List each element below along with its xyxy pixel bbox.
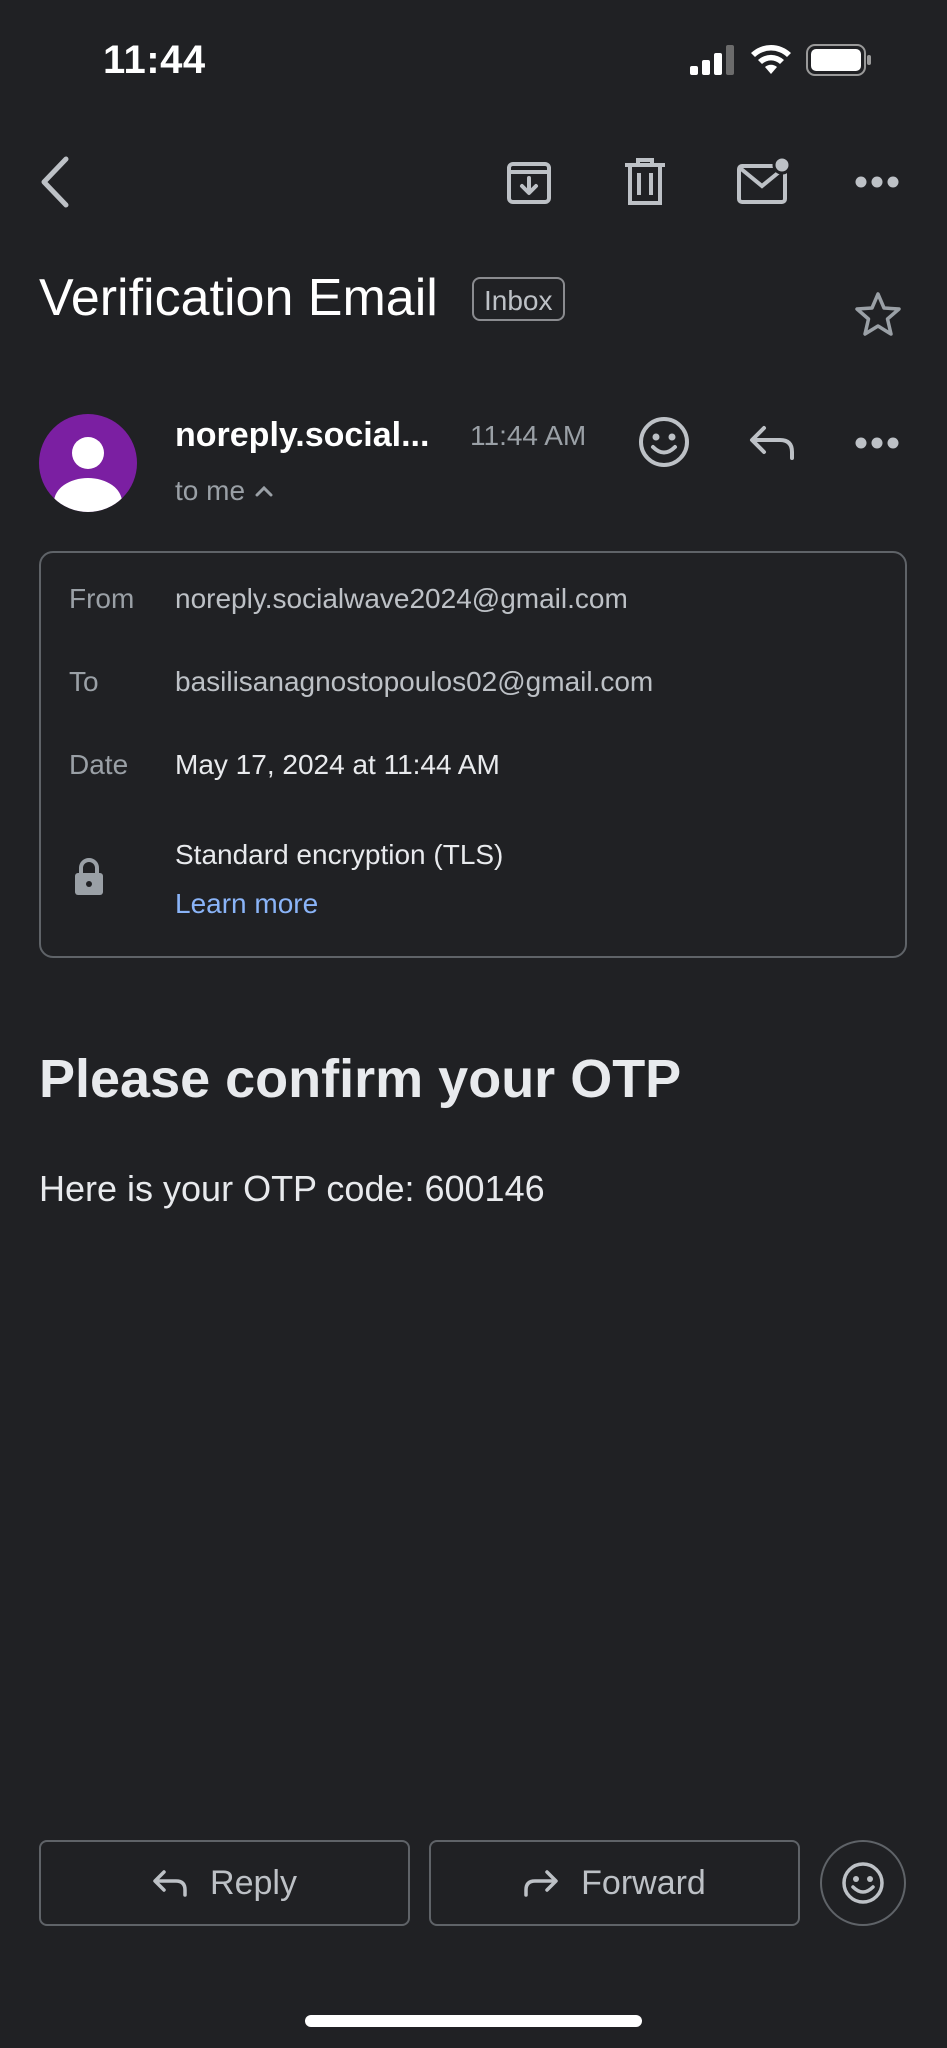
date-value: May 17, 2024 at 11:44 AM: [175, 749, 500, 780]
message-details: From noreply.socialwave2024@gmail.com To…: [39, 551, 907, 958]
home-indicator[interactable]: [305, 2015, 642, 2027]
learn-more-link[interactable]: Learn more: [175, 888, 318, 920]
emoji-icon: [842, 1862, 884, 1904]
more-icon: [855, 437, 899, 449]
star-button[interactable]: [850, 288, 906, 340]
emoji-icon: [639, 417, 689, 467]
battery-icon: [806, 43, 872, 81]
from-value[interactable]: noreply.socialwave2024@gmail.com: [175, 583, 628, 615]
mark-unread-button[interactable]: [734, 154, 794, 208]
sender-name[interactable]: noreply.social...: [175, 416, 429, 455]
message-more-button[interactable]: [852, 428, 902, 458]
lock-icon: [73, 857, 105, 902]
react-button[interactable]: [636, 414, 692, 470]
status-icons: [690, 43, 872, 81]
to-label: To: [69, 666, 99, 697]
email-headline: Please confirm your OTP: [39, 1049, 682, 1109]
from-label: From: [69, 583, 135, 614]
person-icon: [54, 437, 122, 512]
status-time: 11:44: [103, 38, 206, 82]
email-body: Here is your OTP code: 600146: [39, 1168, 545, 1209]
recipient-toggle[interactable]: to me: [175, 475, 273, 507]
reply-label: Reply: [210, 1863, 297, 1902]
wifi-icon: [750, 44, 792, 81]
reply-icon: [153, 1870, 187, 1897]
more-icon: [855, 176, 899, 188]
delete-button[interactable]: [616, 156, 674, 208]
mark-unread-icon: [737, 156, 792, 204]
chevron-up-icon: [255, 485, 273, 497]
more-button[interactable]: [852, 166, 902, 198]
signal-icon: [690, 44, 736, 80]
reply-quick-button[interactable]: [746, 420, 798, 464]
inbox-label[interactable]: Inbox: [472, 277, 565, 321]
date-label: Date: [69, 749, 129, 780]
forward-button[interactable]: Forward: [429, 1840, 800, 1926]
chevron-left-icon: [41, 156, 69, 208]
avatar[interactable]: [39, 414, 137, 512]
archive-icon: [507, 162, 551, 204]
emoji-reaction-button[interactable]: [820, 1840, 906, 1926]
delete-icon: [625, 158, 665, 205]
star-icon: [855, 292, 901, 336]
reply-icon: [750, 426, 794, 460]
recipient-summary: to me: [175, 475, 246, 506]
forward-icon: [524, 1870, 558, 1897]
back-button[interactable]: [30, 150, 80, 214]
email-subject: Verification Email: [39, 269, 438, 327]
forward-label: Forward: [581, 1863, 706, 1902]
archive-button[interactable]: [500, 156, 558, 208]
sender-time: 11:44 AM: [470, 420, 587, 451]
encryption-value: Standard encryption (TLS): [175, 839, 504, 870]
reply-button[interactable]: Reply: [39, 1840, 410, 1926]
to-value[interactable]: basilisanagnostopoulos02@gmail.com: [175, 666, 653, 698]
